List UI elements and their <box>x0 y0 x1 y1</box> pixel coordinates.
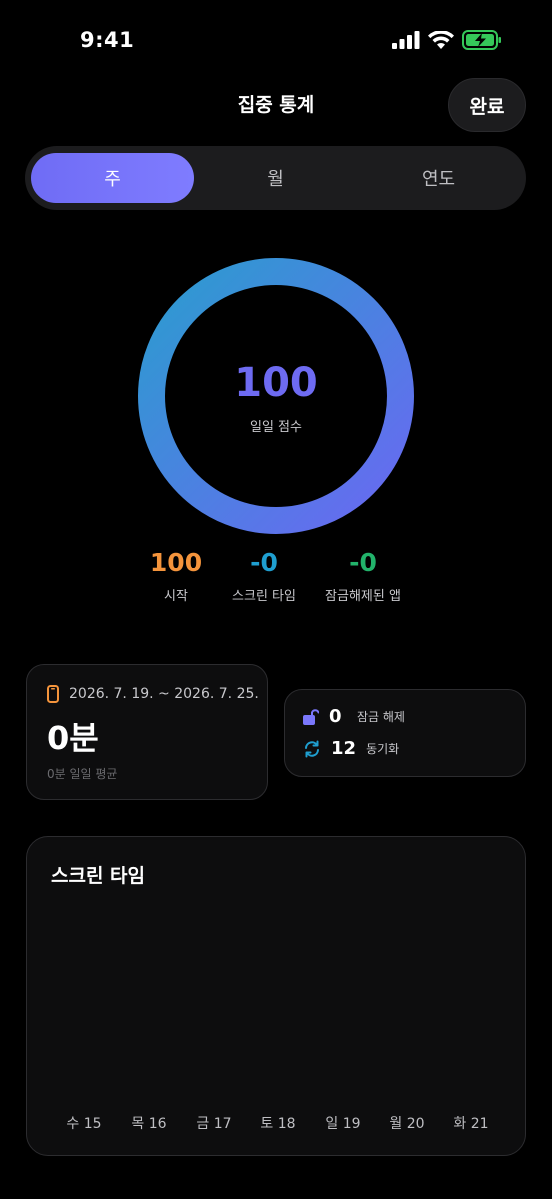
day-label: 금 17 <box>196 1116 232 1132</box>
date-range-text: 2026. 7. 19. ~ 2026. 7. 25. <box>69 686 259 702</box>
day-label: 일 19 <box>325 1116 361 1132</box>
date-range-row: 2026. 7. 19. ~ 2026. 7. 25. <box>47 685 259 703</box>
sync-icon <box>305 740 319 757</box>
stat-start-label: 시작 <box>164 589 188 604</box>
status-bar: 9:41 <box>0 0 552 80</box>
period-segmented-control: 주 월 연도 <box>25 146 526 210</box>
chart-title: 스크린 타임 <box>51 865 146 887</box>
day-label: 수 15 <box>66 1116 102 1132</box>
sync-count: 12 <box>331 738 357 759</box>
stat-unlocked-apps: -0 잠금해제된 앱 <box>308 548 418 604</box>
status-time: 9:41 <box>80 28 135 52</box>
stat-unlocked-apps-label: 잠금해제된 앱 <box>325 589 401 604</box>
daily-score-label: 일일 점수 <box>250 420 302 435</box>
stat-screen-time: -0 스크린 타임 <box>214 548 314 604</box>
stat-start-value: 100 <box>149 548 203 577</box>
stat-start: 100 시작 <box>126 548 226 604</box>
day-label: 목 16 <box>131 1116 167 1132</box>
sync-row: 12 동기화 <box>303 738 399 759</box>
battery-charging-icon <box>462 30 501 50</box>
done-button[interactable]: 완료 <box>448 78 526 132</box>
signal-icon <box>392 31 420 49</box>
unlock-label: 잠금 해제 <box>357 710 405 724</box>
daily-average: 0분 일일 평균 <box>47 767 118 781</box>
segment-month[interactable]: 월 <box>194 153 357 203</box>
daily-score-value: 100 <box>234 360 318 406</box>
unlock-icon <box>303 708 319 725</box>
segment-year[interactable]: 연도 <box>357 153 520 203</box>
day-axis: 수 15 목 16 금 17 토 18 일 19 월 20 화 21 <box>27 1113 527 1133</box>
sync-label: 동기화 <box>366 742 400 756</box>
unlock-count: 0 <box>329 706 342 727</box>
total-screen-time: 0분 <box>47 719 99 757</box>
day-label: 월 20 <box>389 1116 425 1132</box>
unlock-row: 0 잠금 해제 <box>303 706 405 727</box>
screen-time-chart-card: 스크린 타임 수 15 목 16 금 17 토 18 일 19 월 20 화 2… <box>26 836 526 1156</box>
stat-unlocked-apps-value: -0 <box>349 548 377 577</box>
status-icons <box>392 30 502 50</box>
day-label: 토 18 <box>260 1116 296 1132</box>
screen-time-summary-card: 2026. 7. 19. ~ 2026. 7. 25. 0분 0분 일일 평균 <box>26 664 268 800</box>
stat-screen-time-value: -0 <box>250 548 278 577</box>
day-label: 화 21 <box>453 1116 489 1132</box>
stat-screen-time-label: 스크린 타임 <box>232 589 296 604</box>
wifi-icon <box>428 30 454 49</box>
daily-score-ring: 100 일일 점수 <box>138 258 414 534</box>
unlock-sync-card: 0 잠금 해제 12 동기화 <box>284 689 526 777</box>
phone-icon <box>47 685 59 703</box>
segment-week[interactable]: 주 <box>31 153 194 203</box>
